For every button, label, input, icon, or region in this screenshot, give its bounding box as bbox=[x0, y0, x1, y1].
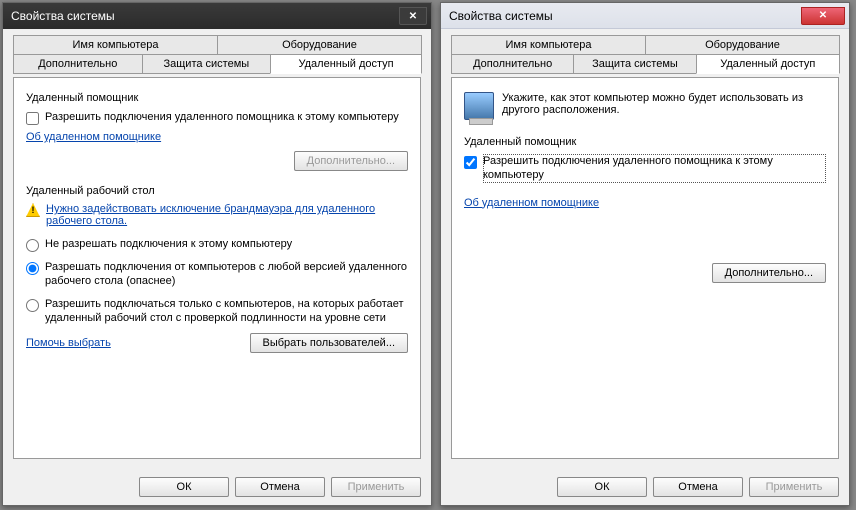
allow-remote-assistance-checkbox[interactable] bbox=[464, 156, 477, 169]
help-choose-link[interactable]: Помочь выбрать bbox=[26, 337, 111, 349]
group-label: Удаленный помощник bbox=[26, 92, 138, 104]
tab-system-protection[interactable]: Защита системы bbox=[142, 54, 272, 74]
group-label: Удаленный помощник bbox=[464, 136, 576, 148]
system-properties-window-right: Свойства системы ✕ Имя компьютера Оборуд… bbox=[440, 2, 850, 506]
advanced-button[interactable]: Дополнительно... bbox=[294, 151, 408, 171]
rdp-radio-deny-label: Не разрешать подключения к этому компьют… bbox=[45, 237, 408, 251]
tab-strip: Имя компьютера Оборудование Дополнительн… bbox=[451, 35, 839, 73]
tab-remote[interactable]: Удаленный доступ bbox=[270, 54, 422, 74]
rdp-radio-nla-label: Разрешить подключаться только с компьюте… bbox=[45, 297, 408, 326]
ok-button[interactable]: ОК bbox=[557, 477, 647, 497]
ok-button[interactable]: ОК bbox=[139, 477, 229, 497]
cancel-button[interactable]: Отмена bbox=[653, 477, 743, 497]
apply-button[interactable]: Применить bbox=[749, 477, 839, 497]
about-remote-assistance-link[interactable]: Об удаленном помощнике bbox=[26, 131, 161, 143]
firewall-warning-link[interactable]: Нужно задействовать исключение брандмауэ… bbox=[46, 203, 408, 227]
select-users-button[interactable]: Выбрать пользователей... bbox=[250, 333, 409, 353]
rdp-radio-nla[interactable] bbox=[26, 299, 39, 312]
warning-icon: ! bbox=[26, 203, 40, 217]
rdp-radio-any[interactable] bbox=[26, 262, 39, 275]
rdp-radio-deny[interactable] bbox=[26, 239, 39, 252]
computer-icon bbox=[464, 92, 494, 120]
tab-hardware[interactable]: Оборудование bbox=[645, 35, 840, 55]
cancel-button[interactable]: Отмена bbox=[235, 477, 325, 497]
tab-panel-remote: Укажите, как этот компьютер можно будет … bbox=[451, 77, 839, 459]
group-remote-desktop: Удаленный рабочий стол ! Нужно задейство… bbox=[26, 181, 408, 353]
group-label: Удаленный рабочий стол bbox=[26, 185, 155, 197]
window-title: Свойства системы bbox=[449, 9, 801, 23]
info-text: Укажите, как этот компьютер можно будет … bbox=[502, 92, 826, 116]
allow-remote-assistance-checkbox[interactable] bbox=[26, 112, 39, 125]
tab-computer-name[interactable]: Имя компьютера bbox=[451, 35, 646, 55]
close-icon[interactable]: ✕ bbox=[801, 7, 845, 25]
dialog-buttons: ОК Отмена Применить bbox=[441, 469, 849, 505]
titlebar[interactable]: Свойства системы ✕ bbox=[3, 3, 431, 29]
system-properties-window-left: Свойства системы ✕ Имя компьютера Оборуд… bbox=[2, 2, 432, 506]
about-remote-assistance-link[interactable]: Об удаленном помощнике bbox=[464, 197, 599, 209]
advanced-button[interactable]: Дополнительно... bbox=[712, 263, 826, 283]
tab-remote[interactable]: Удаленный доступ bbox=[696, 54, 840, 74]
tab-advanced[interactable]: Дополнительно bbox=[13, 54, 143, 74]
tab-panel-remote: Удаленный помощник Разрешить подключения… bbox=[13, 77, 421, 459]
info-row: Укажите, как этот компьютер можно будет … bbox=[464, 92, 826, 120]
apply-button[interactable]: Применить bbox=[331, 477, 421, 497]
tab-computer-name[interactable]: Имя компьютера bbox=[13, 35, 218, 55]
dialog-buttons: ОК Отмена Применить bbox=[3, 469, 431, 505]
close-icon[interactable]: ✕ bbox=[399, 7, 427, 25]
allow-remote-assistance-label: Разрешить подключения удаленного помощни… bbox=[45, 110, 408, 124]
tab-advanced[interactable]: Дополнительно bbox=[451, 54, 574, 74]
tab-strip: Имя компьютера Оборудование Дополнительн… bbox=[13, 35, 421, 73]
allow-remote-assistance-label: Разрешить подключения удаленного помощни… bbox=[483, 154, 826, 183]
rdp-radio-any-label: Разрешать подключения от компьютеров с л… bbox=[45, 260, 408, 289]
tab-hardware[interactable]: Оборудование bbox=[217, 35, 422, 55]
group-remote-assistance: Удаленный помощник Разрешить подключения… bbox=[26, 88, 408, 171]
group-remote-assistance: Удаленный помощник Разрешить подключения… bbox=[464, 132, 826, 283]
titlebar[interactable]: Свойства системы ✕ bbox=[441, 3, 849, 29]
window-title: Свойства системы bbox=[11, 9, 399, 23]
tab-system-protection[interactable]: Защита системы bbox=[573, 54, 696, 74]
